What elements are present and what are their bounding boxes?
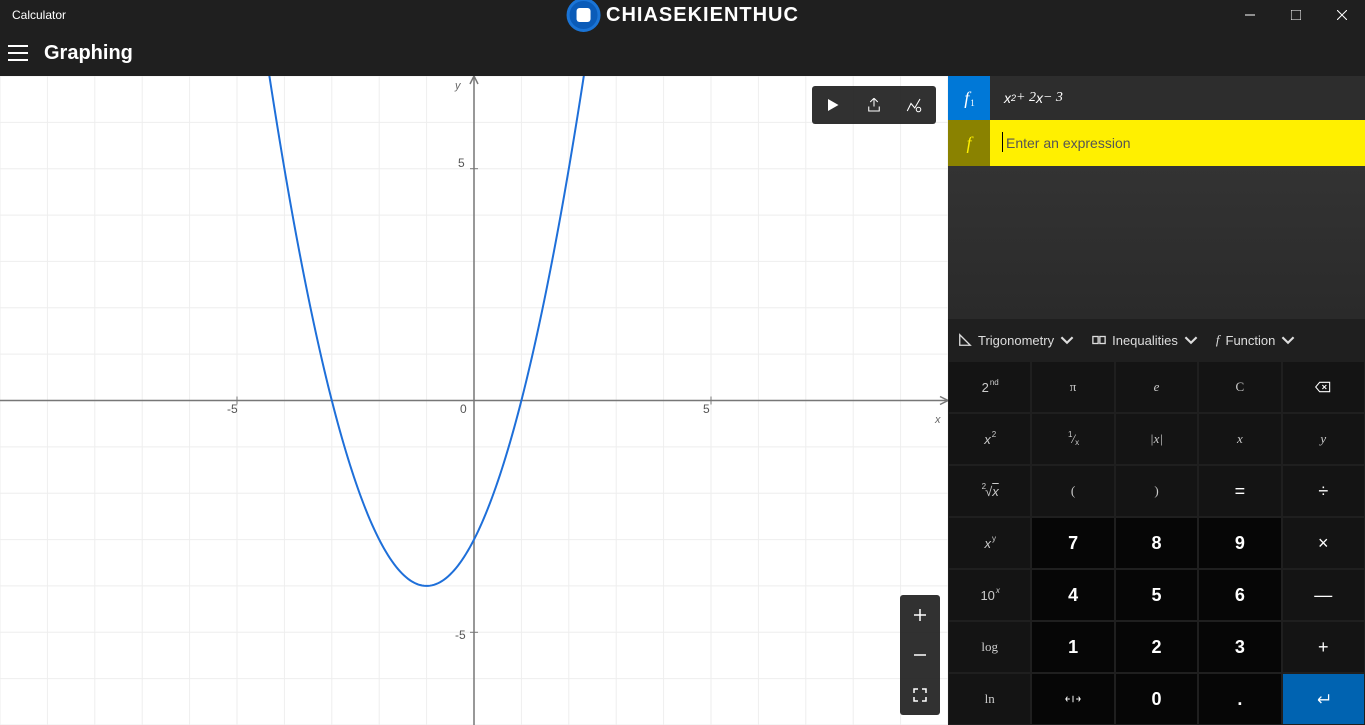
chevron-down-icon bbox=[1060, 333, 1074, 347]
expression-text-1: x2 + 2x − 3 bbox=[990, 76, 1365, 120]
key-pi[interactable]: π bbox=[1032, 362, 1113, 412]
key-8[interactable]: 8 bbox=[1116, 518, 1197, 568]
key-1[interactable]: 1 bbox=[1032, 622, 1113, 672]
inequalities-dropdown[interactable]: Inequalities bbox=[1092, 333, 1198, 348]
key-3[interactable]: 3 bbox=[1199, 622, 1280, 672]
key-e[interactable]: e bbox=[1116, 362, 1197, 412]
trace-tool-button[interactable] bbox=[816, 90, 852, 120]
function-icon: f bbox=[1216, 332, 1220, 348]
enter-icon bbox=[1315, 691, 1331, 707]
key-rparen[interactable]: ) bbox=[1116, 466, 1197, 516]
key-ten-power[interactable]: 10x bbox=[949, 570, 1030, 620]
x-axis-label: x bbox=[935, 414, 941, 426]
expression-list: f1 x2 + 2x − 3 f Enter an expression bbox=[948, 76, 1365, 166]
key-root[interactable]: 2√x bbox=[949, 466, 1030, 516]
key-enter[interactable] bbox=[1283, 674, 1364, 724]
expression-input[interactable]: Enter an expression bbox=[990, 120, 1365, 166]
angle-icon bbox=[958, 333, 972, 347]
key-x[interactable]: x bbox=[1199, 414, 1280, 464]
minimize-button[interactable] bbox=[1227, 0, 1273, 30]
graph-svg bbox=[0, 76, 948, 725]
graph-toolbar bbox=[812, 86, 936, 124]
function-badge-1[interactable]: f1 bbox=[948, 76, 990, 120]
expression-row-1[interactable]: f1 x2 + 2x − 3 bbox=[948, 76, 1365, 120]
negate-icon bbox=[1065, 691, 1081, 707]
tick-xneg5: -5 bbox=[227, 402, 238, 416]
key-4[interactable]: 4 bbox=[1032, 570, 1113, 620]
watermark-text: CHIASEKIENTHUC bbox=[606, 4, 799, 27]
zoom-fit-button[interactable] bbox=[900, 675, 940, 715]
key-y[interactable]: y bbox=[1283, 414, 1364, 464]
zoom-in-button[interactable] bbox=[900, 595, 940, 635]
right-panel: f1 x2 + 2x − 3 f Enter an expression Tri… bbox=[948, 76, 1365, 725]
key-clear[interactable]: C bbox=[1199, 362, 1280, 412]
maximize-button[interactable] bbox=[1273, 0, 1319, 30]
key-0[interactable]: 0 bbox=[1116, 674, 1197, 724]
key-lparen[interactable]: ( bbox=[1032, 466, 1113, 516]
key-plus[interactable]: + bbox=[1283, 622, 1364, 672]
key-minus[interactable]: — bbox=[1283, 570, 1364, 620]
key-ln[interactable]: ln bbox=[949, 674, 1030, 724]
mode-title: Graphing bbox=[44, 42, 133, 65]
app-name: Calculator bbox=[0, 8, 66, 22]
inequalities-icon bbox=[1092, 333, 1106, 347]
key-square[interactable]: x2 bbox=[949, 414, 1030, 464]
key-log[interactable]: log bbox=[949, 622, 1030, 672]
header: Graphing bbox=[0, 30, 1365, 76]
menu-button[interactable] bbox=[8, 43, 28, 63]
tick-origin: 0 bbox=[460, 402, 467, 416]
keypad-toolbar: Trigonometry Inequalities f Function bbox=[948, 319, 1365, 361]
y-axis-label: y bbox=[455, 80, 461, 92]
key-equals[interactable]: = bbox=[1199, 466, 1280, 516]
key-reciprocal[interactable]: 1/x bbox=[1032, 414, 1113, 464]
key-dot[interactable]: . bbox=[1199, 674, 1280, 724]
window-controls bbox=[1227, 0, 1365, 30]
key-backspace[interactable] bbox=[1283, 362, 1364, 412]
zoom-out-button[interactable] bbox=[900, 635, 940, 675]
titlebar: Calculator CHIASEKIENTHUC bbox=[0, 0, 1365, 30]
text-caret bbox=[1002, 132, 1003, 152]
key-2nd[interactable]: 2nd bbox=[949, 362, 1030, 412]
graph-canvas[interactable]: y x 0 -5 5 5 -5 bbox=[0, 76, 948, 725]
graph-options-button[interactable] bbox=[896, 90, 932, 120]
key-divide[interactable]: ÷ bbox=[1283, 466, 1364, 516]
expression-row-new[interactable]: f Enter an expression bbox=[948, 120, 1365, 166]
watermark-icon bbox=[566, 0, 600, 32]
panel-gap bbox=[948, 166, 1365, 319]
tick-xpos5: 5 bbox=[703, 402, 710, 416]
key-negate[interactable] bbox=[1032, 674, 1113, 724]
share-button[interactable] bbox=[856, 90, 892, 120]
key-6[interactable]: 6 bbox=[1199, 570, 1280, 620]
zoom-controls bbox=[900, 595, 940, 715]
key-9[interactable]: 9 bbox=[1199, 518, 1280, 568]
function-dropdown[interactable]: f Function bbox=[1216, 332, 1296, 348]
key-power[interactable]: xy bbox=[949, 518, 1030, 568]
keypad: 2nd π e C x2 1/x |x| x y 2√x ( ) = ÷ xy … bbox=[948, 361, 1365, 725]
tick-yneg5: -5 bbox=[455, 628, 466, 642]
key-2[interactable]: 2 bbox=[1116, 622, 1197, 672]
close-button[interactable] bbox=[1319, 0, 1365, 30]
watermark-logo: CHIASEKIENTHUC bbox=[566, 0, 799, 32]
key-abs[interactable]: |x| bbox=[1116, 414, 1197, 464]
backspace-icon bbox=[1315, 379, 1331, 395]
function-badge-new[interactable]: f bbox=[948, 120, 990, 166]
key-5[interactable]: 5 bbox=[1116, 570, 1197, 620]
chevron-down-icon bbox=[1281, 333, 1295, 347]
key-multiply[interactable]: × bbox=[1283, 518, 1364, 568]
tick-ypos5: 5 bbox=[458, 156, 465, 170]
key-7[interactable]: 7 bbox=[1032, 518, 1113, 568]
chevron-down-icon bbox=[1184, 333, 1198, 347]
trig-dropdown[interactable]: Trigonometry bbox=[958, 333, 1074, 348]
